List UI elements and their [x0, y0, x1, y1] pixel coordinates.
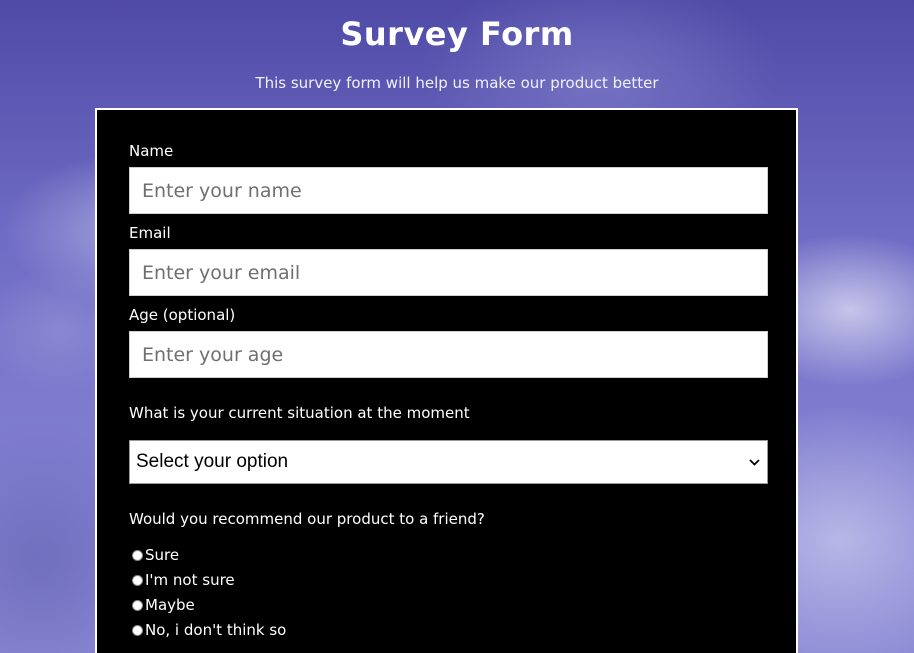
age-label: Age (optional): [129, 306, 236, 324]
recommend-question: Would you recommend our product to a fri…: [129, 510, 485, 528]
radio-option-no[interactable]: No, i don't think so: [132, 621, 286, 639]
age-input[interactable]: [129, 331, 768, 378]
radio-button[interactable]: [132, 549, 143, 561]
radio-button[interactable]: [132, 599, 143, 611]
page-header: Survey Form This survey form will help u…: [0, 0, 914, 92]
radio-option-not-sure[interactable]: I'm not sure: [132, 571, 235, 589]
dropdown-selected-value: Select your option: [136, 451, 289, 472]
radio-option-maybe[interactable]: Maybe: [132, 596, 195, 614]
radio-button[interactable]: [132, 624, 143, 636]
situation-dropdown[interactable]: Select your option: [129, 440, 768, 484]
page-title: Survey Form: [340, 15, 574, 53]
email-input[interactable]: [129, 249, 768, 296]
radio-button[interactable]: [132, 574, 143, 586]
survey-form: Name Email Age (optional) What is your c…: [95, 108, 798, 653]
chevron-down-icon: [747, 455, 761, 469]
radio-option-sure[interactable]: Sure: [132, 546, 179, 564]
name-input[interactable]: [129, 167, 768, 214]
radio-label: No, i don't think so: [145, 621, 287, 639]
radio-label: Maybe: [145, 596, 195, 614]
radio-label: I'm not sure: [145, 571, 235, 589]
email-label: Email: [129, 224, 171, 242]
radio-label: Sure: [145, 546, 180, 564]
page-description: This survey form will help us make our p…: [255, 74, 659, 92]
name-label: Name: [129, 142, 174, 160]
situation-label: What is your current situation at the mo…: [129, 404, 470, 422]
